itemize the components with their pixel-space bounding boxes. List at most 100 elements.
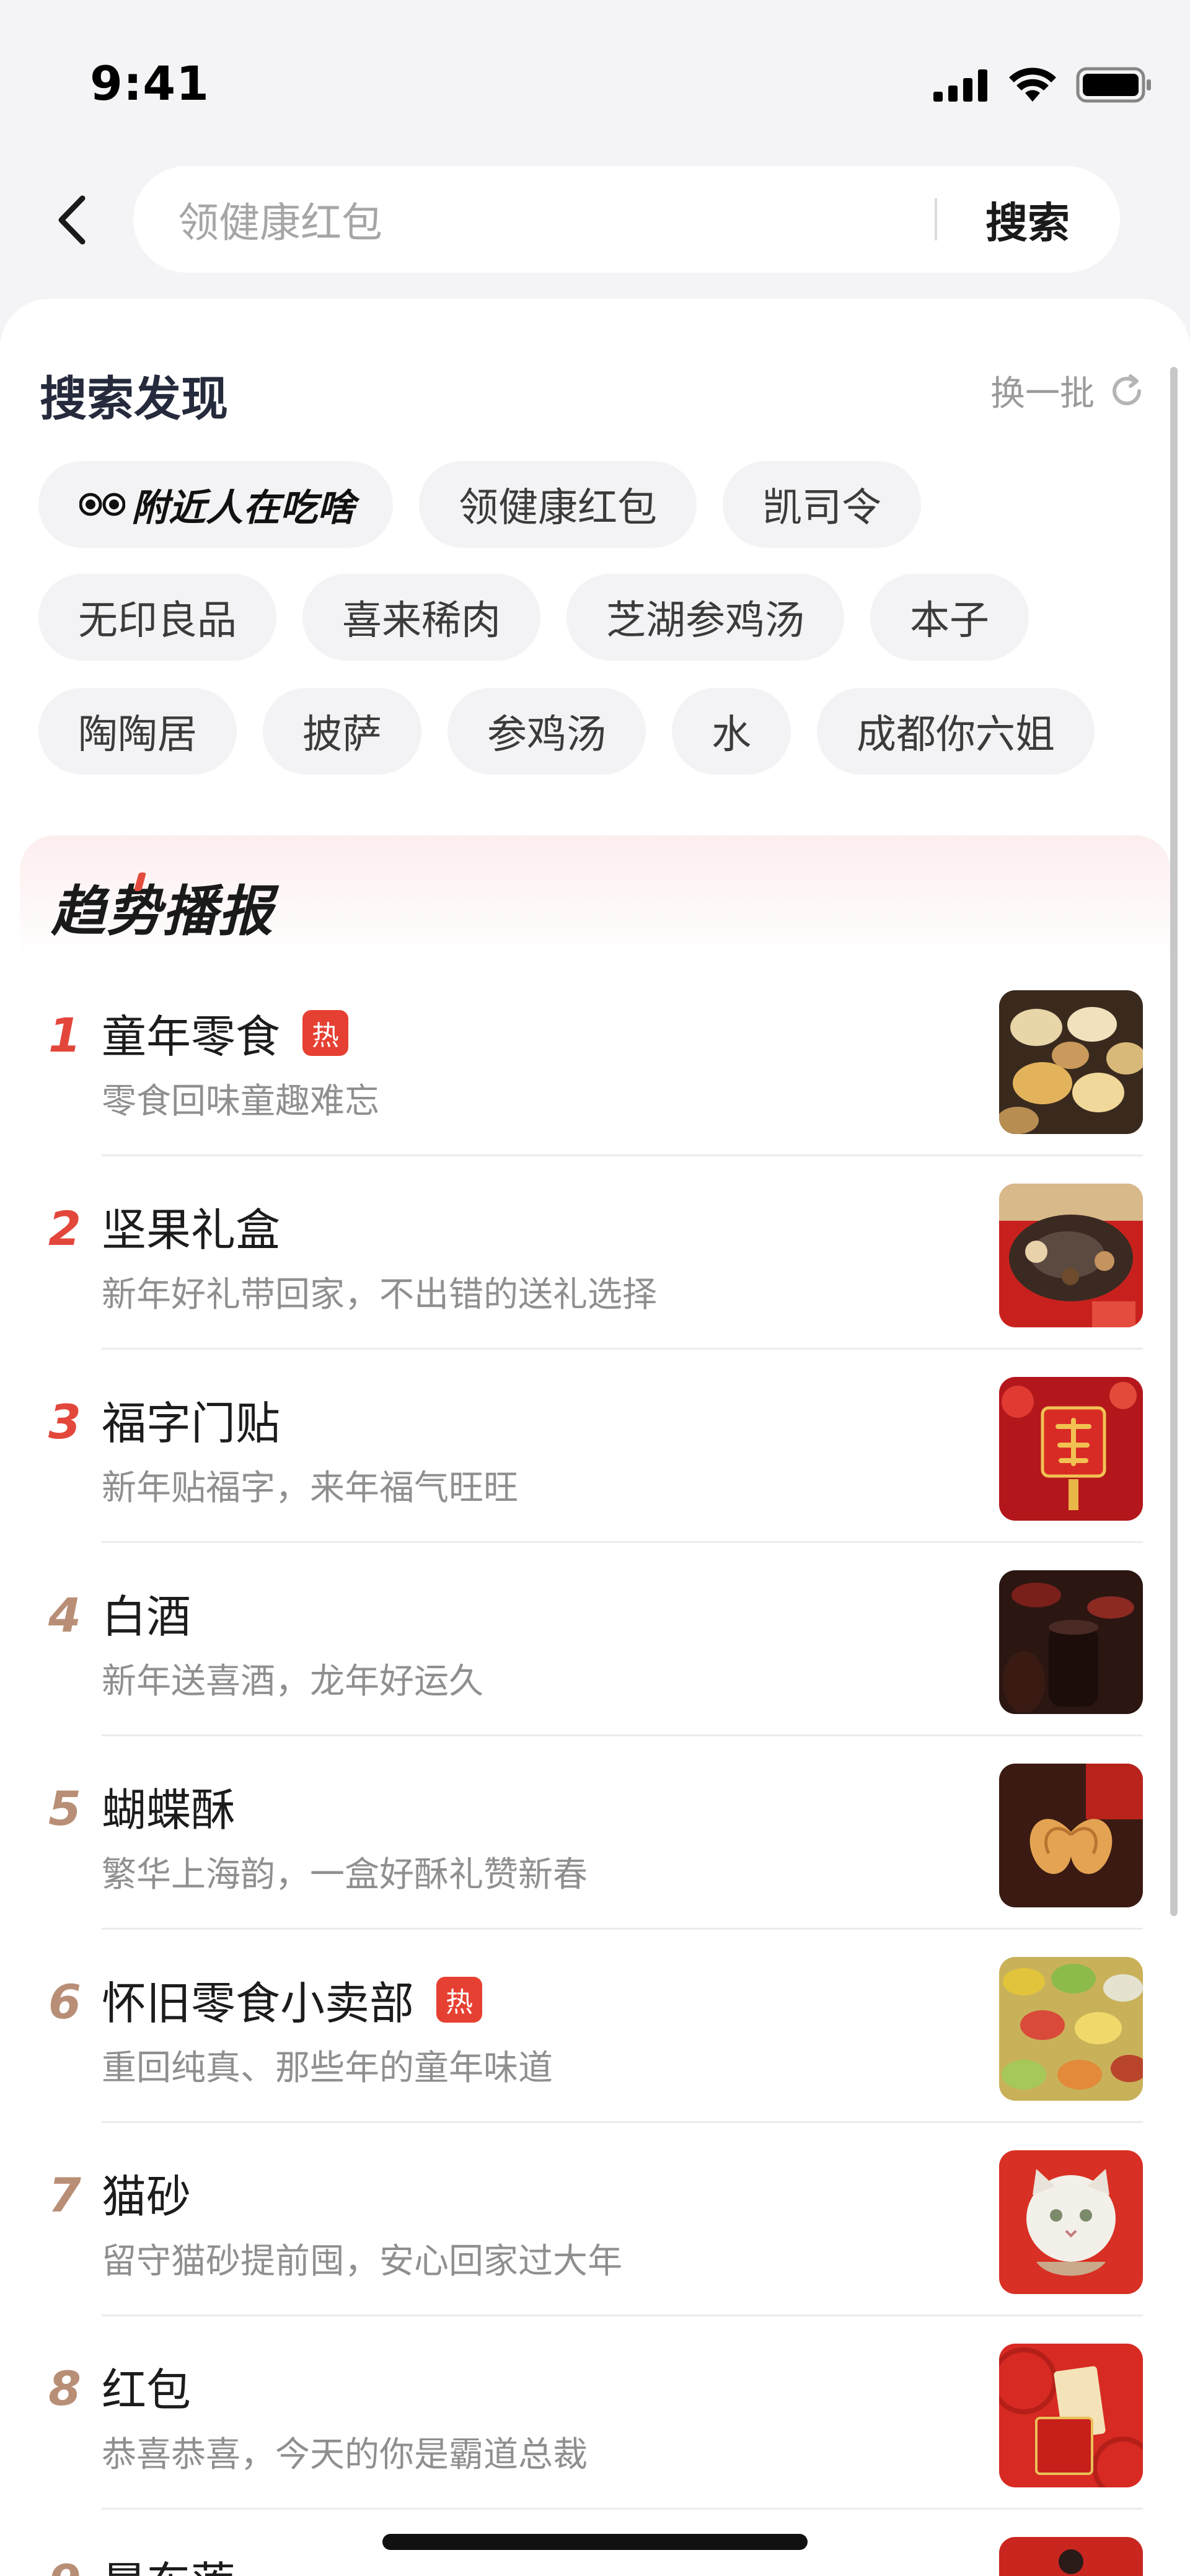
chevron-left-icon <box>58 195 86 245</box>
trend-name: 白酒 <box>102 1591 192 1643</box>
chip-item[interactable]: 成都你六姐 <box>817 688 1095 775</box>
trend-name-row: 福字门贴 <box>102 1387 280 1452</box>
chip-label: 参鸡汤 <box>487 712 606 758</box>
chip-item[interactable]: 陶陶居 <box>38 688 237 775</box>
baijiu-image <box>999 1570 1143 1714</box>
main-panel: 搜索发现 换一批 附近人在吃啥 领健康红包 凯司令 无印良品 喜来稀肉 芝湖参鸡… <box>0 299 1190 2576</box>
chip-nearby-eating[interactable]: 附近人在吃啥 <box>38 461 393 548</box>
trend-item[interactable]: 7 猫砂 留守猫砂提前囤，安心回家过大年 <box>20 2123 1170 2316</box>
chip-item[interactable]: 本子 <box>870 574 1029 661</box>
trend-name: 蝴蝶酥 <box>102 1784 236 1836</box>
chip-label: 芝湖参鸡汤 <box>606 598 804 644</box>
chip-label: 成都你六姐 <box>857 712 1055 758</box>
red-envelope-image <box>999 2344 1143 2487</box>
trend-desc: 繁华上海韵，一盒好酥礼赞新春 <box>102 1855 588 1895</box>
partial-image <box>999 2537 1143 2576</box>
wifi-icon <box>1009 68 1056 102</box>
chip-item[interactable]: 披萨 <box>263 688 421 775</box>
trend-rank: 8 <box>48 2361 81 2416</box>
trend-name: 怀旧零食小卖部 <box>102 1977 415 2029</box>
chip-row-3: 陶陶居 披萨 参鸡汤 水 成都你六姐 <box>38 688 1095 775</box>
trend-rank: 2 <box>48 1201 81 1256</box>
trend-rank: 5 <box>48 1781 81 1836</box>
hot-badge: 热 <box>436 1976 483 2023</box>
chip-label: 本子 <box>910 598 989 644</box>
status-time: 9:41 <box>90 56 210 111</box>
refresh-icon <box>1113 374 1141 405</box>
discover-title: 搜索发现 <box>40 371 228 426</box>
chip-item[interactable]: 水 <box>672 688 791 775</box>
search-input[interactable]: 领健康红包 搜索 <box>133 166 1120 273</box>
chip-row-1: 附近人在吃啥 领健康红包 凯司令 <box>38 461 921 548</box>
trend-rank: 7 <box>48 2168 81 2223</box>
trend-rank: 4 <box>48 1588 81 1643</box>
back-button[interactable] <box>50 189 93 251</box>
chip-label: 披萨 <box>302 712 382 758</box>
chip-item[interactable]: 参鸡汤 <box>447 688 646 775</box>
trend-desc: 新年送喜酒，龙年好运久 <box>102 1661 483 1702</box>
chip-item[interactable]: 喜来稀肉 <box>302 574 540 661</box>
trend-item[interactable]: 3 福字门贴 新年贴福字，来年福气旺旺 <box>20 1350 1170 1543</box>
trend-title-text: 趋势播报 <box>51 879 275 943</box>
chip-label: 无印良品 <box>78 598 237 644</box>
trend-name-row: 童年零食 热 <box>102 1000 349 1065</box>
trend-name-row: 蝴蝶酥 <box>102 1774 236 1839</box>
chip-label: 陶陶居 <box>78 712 197 758</box>
trend-list: 1 童年零食 热 零食回味童趣难忘 2 坚果礼盒 新年好礼带回家，不出错的送礼选… <box>20 963 1170 2576</box>
chip-item[interactable]: 凯司令 <box>723 461 921 548</box>
trend-name: 猫砂 <box>102 2171 192 2223</box>
candy-image <box>999 1957 1143 2101</box>
scrollbar[interactable] <box>1170 367 1178 1916</box>
butterfly-pastry-image <box>999 1764 1143 1907</box>
trend-desc: 恭喜恭喜，今天的你是霸道总裁 <box>102 2435 588 2475</box>
status-bar: 9:41 <box>0 0 1190 161</box>
chip-item[interactable]: 无印良品 <box>38 574 276 661</box>
refresh-label: 换一批 <box>990 374 1095 414</box>
trend-item[interactable]: 6 怀旧零食小卖部 热 重回纯真、那些年的童年味道 <box>20 1930 1170 2123</box>
chip-row-2: 无印良品 喜来稀肉 芝湖参鸡汤 本子 <box>38 574 1029 661</box>
chip-item[interactable]: 芝湖参鸡汤 <box>566 574 844 661</box>
search-button[interactable]: 搜索 <box>985 189 1070 250</box>
trend-item[interactable]: 5 蝴蝶酥 繁华上海韵，一盒好酥礼赞新春 <box>20 1736 1170 1930</box>
trend-title: 趋势播报 <box>51 868 274 946</box>
trend-desc: 留守猫砂提前囤，安心回家过大年 <box>102 2241 622 2282</box>
search-divider <box>935 198 937 240</box>
eyes-icon <box>79 491 125 518</box>
chip-label: 水 <box>712 712 751 758</box>
trend-card: 趋势播报 1 童年零食 热 零食回味童趣难忘 2 坚果礼盒 新年好礼带回家，不出… <box>20 835 1170 2576</box>
cellular-signal-icon <box>933 69 987 102</box>
trend-name: 晨东莲 <box>102 2547 236 2576</box>
nuts-gift-box-image <box>999 1184 1143 1327</box>
trend-item[interactable]: 1 童年零食 热 零食回味童趣难忘 <box>20 963 1170 1156</box>
status-icons <box>933 67 1153 103</box>
snacks-image <box>999 990 1143 1134</box>
trend-rank: 3 <box>48 1394 81 1449</box>
fu-door-sticker-image <box>999 1377 1143 1521</box>
trend-name-row: 坚果礼盒 <box>102 1193 280 1259</box>
hot-badge: 热 <box>302 1009 349 1056</box>
trend-name: 坚果礼盒 <box>102 1204 281 1256</box>
trend-name: 红包 <box>102 2364 192 2416</box>
trend-name-row: 晨东莲 <box>102 2547 236 2576</box>
chip-label: 凯司令 <box>762 485 881 531</box>
trend-rank: 1 <box>48 1008 81 1063</box>
trend-name-row: 红包 <box>102 2354 191 2419</box>
trend-name-row: 猫砂 <box>102 2160 191 2225</box>
trend-name-row: 白酒 <box>102 1580 191 1645</box>
chip-label: 附近人在吃啥 <box>131 486 355 530</box>
home-indicator[interactable] <box>382 2534 808 2550</box>
search-placeholder: 领健康红包 <box>178 199 382 247</box>
trend-desc: 新年贴福字，来年福气旺旺 <box>102 1468 518 1508</box>
trend-item[interactable]: 4 白酒 新年送喜酒，龙年好运久 <box>20 1543 1170 1736</box>
chip-label: 喜来稀肉 <box>342 598 501 644</box>
trend-item[interactable]: 2 坚果礼盒 新年好礼带回家，不出错的送礼选择 <box>20 1156 1170 1350</box>
trend-item[interactable]: 8 红包 恭喜恭喜，今天的你是霸道总裁 <box>20 2316 1170 2510</box>
trend-desc: 零食回味童趣难忘 <box>102 1081 379 1122</box>
trend-desc: 新年好礼带回家，不出错的送礼选择 <box>102 1275 657 1315</box>
trend-name-row: 怀旧零食小卖部 热 <box>102 1967 483 2032</box>
trend-name: 福字门贴 <box>102 1397 281 1449</box>
chip-item[interactable]: 领健康红包 <box>419 461 697 548</box>
refresh-button[interactable]: 换一批 <box>990 366 1145 416</box>
trend-rank: 9 <box>48 2554 81 2576</box>
trend-rank: 6 <box>48 1974 81 2029</box>
